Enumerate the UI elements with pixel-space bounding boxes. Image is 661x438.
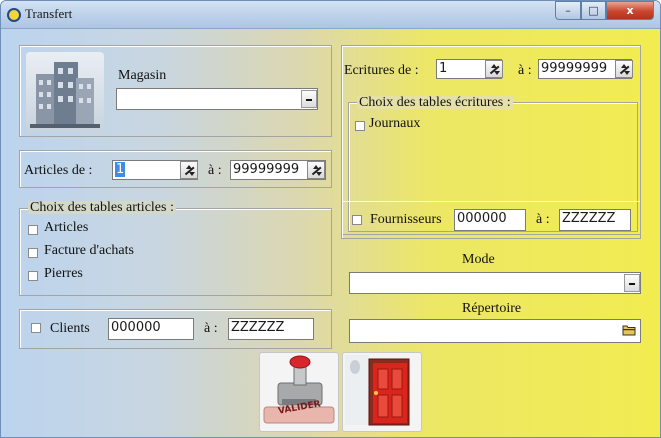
ecritures-to-spin-icon[interactable] [615,60,633,78]
facture-achats-checkbox[interactable] [28,248,38,258]
mode-dropdown-button[interactable] [624,274,640,292]
mode-select[interactable] [349,272,641,294]
clients-panel: Clients 000000 à : ZZZZZZ [19,309,332,349]
tables-ecritures-title: Choix des tables écritures : [357,95,513,110]
fournisseurs-label: Fournisseurs [370,212,442,227]
window-title: Transfert [25,6,73,21]
journaux-checkbox-label: Journaux [369,116,421,131]
clients-from-input[interactable]: 000000 [108,318,194,340]
fournisseurs-to-input[interactable]: ZZZZZZ [559,209,631,231]
exit-button[interactable] [342,352,422,432]
fournisseurs-to-label: à : [536,212,550,227]
ecritures-to-label: à : [518,63,532,78]
facture-achats-checkbox-label: Facture d'achats [44,243,134,258]
pierres-checkbox-label: Pierres [44,266,83,281]
ecritures-from-label: Ecritures de : [344,63,419,78]
mode-label: Mode [462,252,495,267]
articles-range-panel: Articles de : 1 à : 99999999 [19,150,332,188]
ecritures-from-spin-icon[interactable] [485,60,503,78]
fournisseurs-from-input[interactable]: 000000 [454,209,526,231]
close-button[interactable]: x [606,1,654,20]
articles-to-spin-icon[interactable] [307,161,325,179]
tables-articles-group: Choix des tables articles : Articles Fac… [19,201,332,296]
clients-label: Clients [50,321,90,336]
magasin-label: Magasin [118,68,167,83]
validate-button[interactable]: VALIDER [259,352,339,432]
door-icon [345,355,410,426]
title-bar: Transfert – □ x [1,1,660,29]
repertoire-label: Répertoire [462,301,522,316]
articles-checkbox-label: Articles [44,220,89,235]
transfert-window: Transfert – □ x Magasin Articles de: 1 … [0,0,661,438]
app-icon [7,8,21,22]
building-icon [26,52,104,132]
articles-from-spin-icon[interactable] [180,161,198,179]
maximize-button[interactable]: □ [581,1,606,20]
clients-to-input[interactable]: ZZZZZZ [228,318,314,340]
clients-to-label: à : [204,321,218,336]
articles-to-label: à : [208,163,222,178]
tables-articles-title: Choix des tables articles : [28,200,176,215]
journaux-checkbox[interactable] [355,121,365,131]
stamp-icon [263,355,335,424]
fournisseurs-panel: Fournisseurs 000000 à : ZZZZZZ [341,201,641,239]
articles-from-label: Articles de : [24,163,93,178]
magasin-panel: Magasin [19,45,332,137]
magasin-select[interactable] [116,88,318,110]
magasin-dropdown-button[interactable] [301,90,317,108]
articles-checkbox[interactable] [28,225,38,235]
fournisseurs-checkbox[interactable] [352,215,362,225]
pierres-checkbox[interactable] [28,271,38,281]
minimize-button[interactable]: – [555,1,581,20]
folder-icon[interactable] [622,323,636,336]
clients-checkbox[interactable] [31,323,41,333]
repertoire-input[interactable] [349,319,641,343]
